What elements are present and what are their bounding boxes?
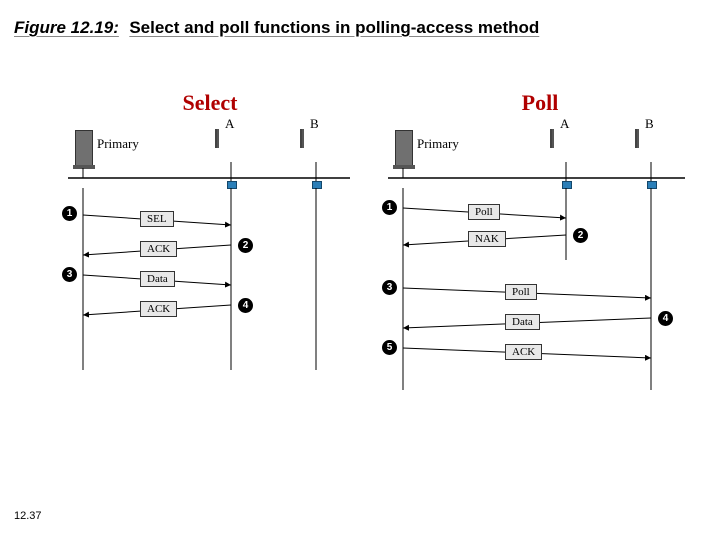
panel-poll-title: Poll: [380, 90, 700, 116]
node-primary: Primary: [75, 130, 93, 171]
step-badge: 1: [382, 200, 397, 215]
msg-ack: ACK: [505, 344, 542, 360]
node-a: A: [215, 130, 245, 148]
figure-caption: Select and poll functions in polling-acc…: [129, 18, 539, 37]
msg-ack: ACK: [140, 241, 177, 257]
step-badge: 4: [238, 298, 253, 313]
step-badge: 1: [62, 206, 77, 221]
panel-select: Select Primary A B: [60, 90, 360, 390]
drop-icon: [312, 181, 322, 189]
node-a: A: [550, 130, 580, 148]
node-b-label: B: [645, 116, 654, 132]
tower-icon: [395, 130, 413, 166]
figure-title: Figure 12.19: Select and poll functions …: [14, 18, 539, 38]
msg-poll: Poll: [468, 204, 500, 220]
node-b-label: B: [310, 116, 319, 132]
node-b: B: [635, 130, 665, 148]
msg-poll: Poll: [505, 284, 537, 300]
panel-select-title: Select: [60, 90, 360, 116]
laptop-icon: [300, 130, 330, 148]
step-badge: 3: [382, 280, 397, 295]
node-a-label: A: [560, 116, 569, 132]
panel-poll: Poll Primary A B: [380, 90, 700, 410]
tower-icon: [75, 130, 93, 166]
node-primary: Primary: [395, 130, 413, 171]
msg-data: Data: [140, 271, 175, 287]
msg-data: Data: [505, 314, 540, 330]
msg-sel: SEL: [140, 211, 174, 227]
drop-icon: [647, 181, 657, 189]
step-badge: 5: [382, 340, 397, 355]
laptop-icon: [635, 130, 665, 148]
drop-icon: [227, 181, 237, 189]
page-number: 12.37: [14, 510, 42, 522]
node-a-label: A: [225, 116, 234, 132]
figure-number: Figure 12.19:: [14, 18, 119, 37]
laptop-icon: [550, 130, 580, 148]
msg-ack: ACK: [140, 301, 177, 317]
step-badge: 3: [62, 267, 77, 282]
drop-icon: [562, 181, 572, 189]
laptop-icon: [215, 130, 245, 148]
node-b: B: [300, 130, 330, 148]
node-primary-label: Primary: [417, 136, 459, 152]
msg-nak: NAK: [468, 231, 506, 247]
step-badge: 2: [573, 228, 588, 243]
step-badge: 4: [658, 311, 673, 326]
node-primary-label: Primary: [97, 136, 139, 152]
step-badge: 2: [238, 238, 253, 253]
